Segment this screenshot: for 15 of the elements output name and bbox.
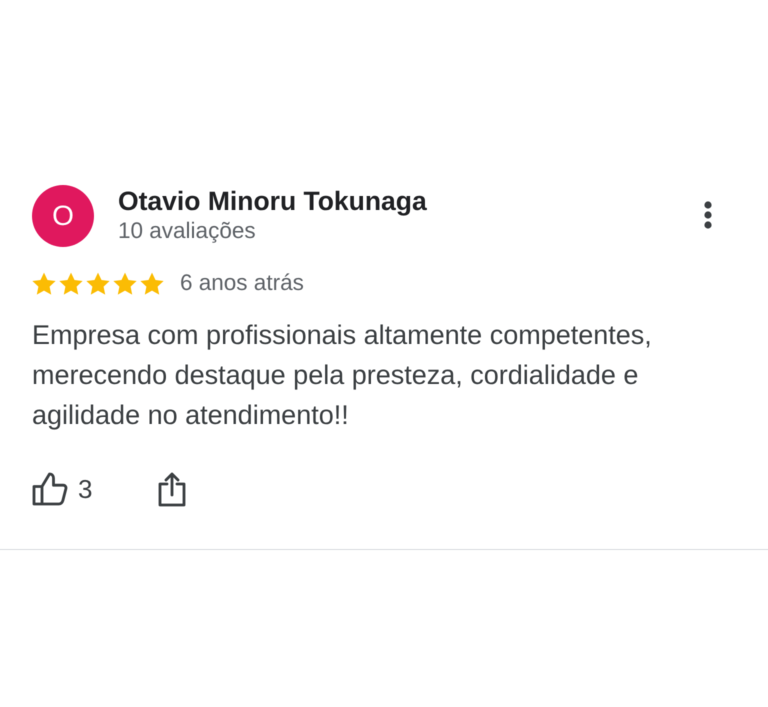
share-icon — [158, 471, 186, 507]
like-button[interactable]: 3 — [32, 472, 92, 506]
star-icon — [86, 272, 110, 294]
star-icon — [113, 272, 137, 294]
review-text: Empresa com profissionais altamente competentes, merecendo destaque pela presteza, cordialidade e agilidade no atendimento!! — [32, 319, 653, 432]
star-icon — [140, 272, 164, 294]
more-vertical-icon — [704, 201, 712, 229]
share-button[interactable] — [158, 471, 186, 507]
star-icon — [32, 272, 56, 294]
review-time: 6 anos atrás — [180, 269, 304, 297]
review-count: 10 avaliações — [118, 217, 257, 245]
thumbs-up-icon — [32, 472, 68, 506]
avatar: O — [32, 185, 94, 247]
author-name[interactable]: Otavio Minoru Tokunaga — [118, 185, 427, 217]
star-icon — [59, 272, 83, 294]
